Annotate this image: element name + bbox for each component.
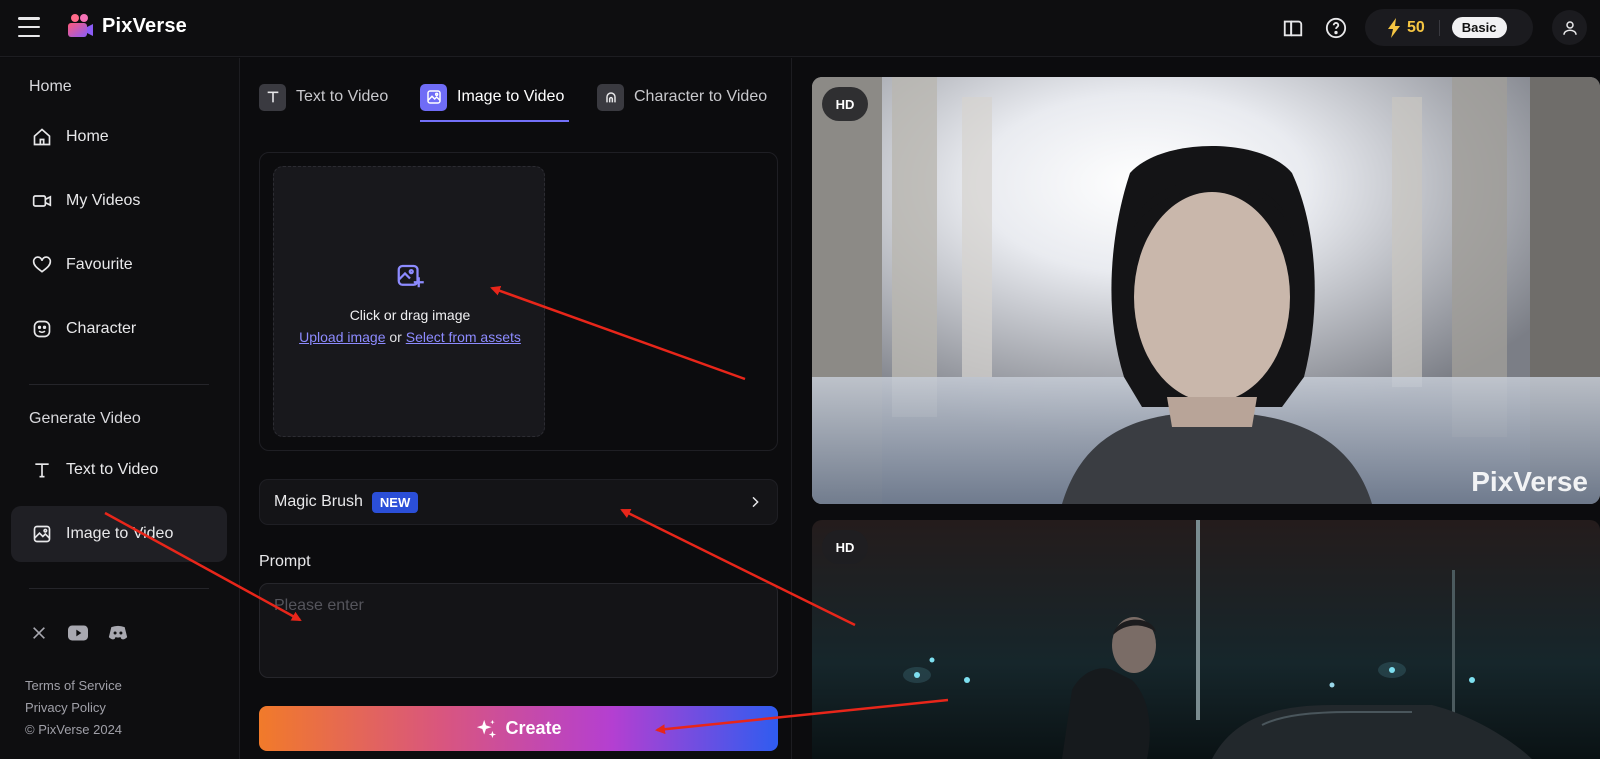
tab-label: Image to Video xyxy=(457,88,565,105)
hd-badge: HD xyxy=(822,87,868,121)
pill-divider xyxy=(1438,19,1440,36)
image-icon xyxy=(33,525,51,543)
create-button[interactable]: Create xyxy=(259,706,778,751)
gallery-video-1[interactable]: HD PixVerse xyxy=(812,77,1600,504)
sidebar-item-label: Home xyxy=(66,128,109,145)
app-name: PixVerse xyxy=(102,14,188,37)
upload-links: Upload image or Select from assets xyxy=(274,329,546,345)
sidebar-item-image-to-video[interactable]: Image to Video xyxy=(11,506,227,562)
character-icon xyxy=(597,83,624,111)
upload-or: or xyxy=(389,329,402,345)
text-icon xyxy=(259,83,286,111)
tab-character-to-video[interactable]: Character to Video xyxy=(597,75,767,119)
credits-pill[interactable]: 50 Basic xyxy=(1365,9,1533,46)
copyright-text: © PixVerse 2024 xyxy=(25,722,123,737)
tab-image-to-video[interactable]: Image to Video xyxy=(420,75,564,119)
tab-text-to-video[interactable]: Text to Video xyxy=(259,75,388,119)
video-camera-icon xyxy=(32,195,52,207)
magic-brush-label: Magic Brush xyxy=(274,493,363,510)
text-icon xyxy=(35,463,49,478)
prompt-label: Prompt xyxy=(259,553,311,570)
hd-badge: HD xyxy=(822,530,868,564)
video-thumbnail-night-street xyxy=(812,520,1600,759)
sidebar-item-label: Image to Video xyxy=(66,525,174,542)
sidebar-item-home[interactable]: Home xyxy=(11,109,227,165)
sidebar-section-generate: Generate Video xyxy=(29,410,141,427)
chevron-right-icon xyxy=(752,496,759,508)
select-assets-link[interactable]: Select from assets xyxy=(406,329,521,345)
watermark-text: PixVerse xyxy=(1471,466,1588,497)
upload-title: Click or drag image xyxy=(349,307,471,323)
magic-brush-row[interactable]: Magic Brush NEW xyxy=(259,479,778,525)
image-upload-dropzone[interactable]: Click or drag image Upload image or Sele… xyxy=(273,166,545,437)
sidebar-item-text-to-video[interactable]: Text to Video xyxy=(11,442,227,498)
sidebar-item-label: Character xyxy=(66,320,137,337)
help-icon[interactable] xyxy=(1323,15,1349,41)
add-image-icon xyxy=(397,264,424,288)
pixverse-logo-icon xyxy=(68,14,93,37)
sidebar-section-home: Home xyxy=(29,78,72,95)
tab-label: Character to Video xyxy=(634,88,768,105)
image-icon xyxy=(420,83,447,111)
sidebar-divider xyxy=(29,384,209,385)
sidebar-item-character[interactable]: Character xyxy=(11,301,227,357)
heart-icon xyxy=(32,256,52,273)
user-icon xyxy=(1562,20,1577,35)
logo[interactable]: PixVerse xyxy=(66,12,187,40)
upload-image-link[interactable]: Upload image xyxy=(299,329,385,345)
privacy-link[interactable]: Privacy Policy xyxy=(25,700,106,715)
plan-badge[interactable]: Basic xyxy=(1451,17,1507,38)
active-tab-indicator xyxy=(420,120,569,122)
top-bar: PixVerse 50 Basic xyxy=(0,0,1600,57)
sparkle-icon xyxy=(477,719,497,738)
prompt-input[interactable] xyxy=(259,583,778,678)
credits-count: 50 xyxy=(1407,18,1425,36)
create-label: Create xyxy=(505,718,562,738)
home-icon xyxy=(33,128,51,146)
smiley-icon xyxy=(33,320,51,338)
youtube-icon[interactable] xyxy=(67,622,89,644)
new-badge: NEW xyxy=(371,491,419,513)
sidebar: Home Home My Videos Favourite Character … xyxy=(0,58,240,759)
sidebar-item-favourite[interactable]: Favourite xyxy=(11,237,227,293)
user-avatar[interactable] xyxy=(1552,10,1587,45)
sidebar-item-label: My Videos xyxy=(66,192,141,209)
x-icon[interactable] xyxy=(28,622,50,644)
sidebar-item-label: Favourite xyxy=(66,256,133,273)
discord-icon[interactable] xyxy=(107,622,129,644)
terms-link[interactable]: Terms of Service xyxy=(25,678,122,693)
sidebar-item-my-videos[interactable]: My Videos xyxy=(11,173,227,229)
sidebar-item-label: Text to Video xyxy=(66,461,159,478)
sidebar-divider xyxy=(29,588,209,589)
tab-label: Text to Video xyxy=(296,88,389,105)
lightning-icon xyxy=(1388,17,1400,38)
book-icon[interactable] xyxy=(1280,15,1306,41)
gallery-video-2[interactable]: HD xyxy=(812,520,1600,759)
menu-icon[interactable] xyxy=(18,17,40,37)
video-thumbnail-corridor xyxy=(812,77,1600,504)
